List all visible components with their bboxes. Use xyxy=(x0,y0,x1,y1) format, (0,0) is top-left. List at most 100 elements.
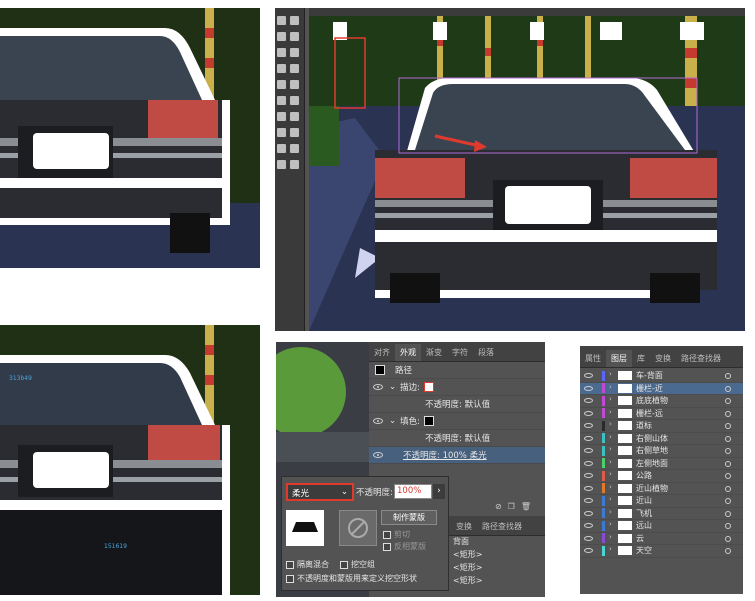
list-item[interactable]: <矩形> xyxy=(453,562,545,575)
layer-row[interactable]: › 车-背面 xyxy=(580,370,743,383)
chevron-right-icon[interactable]: › xyxy=(609,408,612,416)
eye-icon[interactable] xyxy=(584,435,593,441)
eye-icon[interactable] xyxy=(584,498,593,503)
chevron-right-icon[interactable]: › xyxy=(609,508,612,516)
chevron-right-icon[interactable]: › xyxy=(609,520,612,528)
fill-swatch[interactable] xyxy=(424,416,434,426)
chevron-right-icon[interactable]: › xyxy=(609,458,612,466)
chevron-down-icon[interactable]: ⌄ xyxy=(389,416,396,426)
chevron-right-icon[interactable]: › xyxy=(609,533,612,541)
chevron-right-icon[interactable]: › xyxy=(609,383,612,391)
eye-icon[interactable] xyxy=(584,485,593,491)
layer-row[interactable]: › 公路 xyxy=(580,470,743,483)
chevron-right-icon[interactable]: › xyxy=(433,484,445,499)
eye-icon[interactable] xyxy=(584,535,593,541)
chevron-right-icon[interactable]: › xyxy=(609,420,612,428)
list-item[interactable]: <矩形> xyxy=(453,575,545,588)
tab-pathfinder[interactable]: 路径查找器 xyxy=(477,518,527,535)
target-icon[interactable] xyxy=(725,498,731,504)
layer-row[interactable]: › 右侧山体 xyxy=(580,433,743,445)
invert-mask-checkbox[interactable]: 反相蒙版 xyxy=(383,541,426,552)
layer-row[interactable]: › 道标 xyxy=(580,420,743,433)
tab-gradient[interactable]: 渐变 xyxy=(421,344,447,361)
layer-row[interactable]: › 底底植物 xyxy=(580,395,743,408)
clear-icon[interactable]: ⊘ xyxy=(495,502,502,516)
appearance-row-fill[interactable]: ⌄ 填色: xyxy=(369,413,545,430)
target-icon[interactable] xyxy=(725,523,731,529)
opacity-input[interactable]: 100% xyxy=(394,484,432,499)
target-icon[interactable] xyxy=(725,473,731,479)
make-mask-button[interactable]: 制作蒙版 xyxy=(381,510,437,525)
layer-row[interactable]: › 栅栏-近 xyxy=(580,382,743,395)
target-icon[interactable] xyxy=(725,448,731,454)
layer-row[interactable]: › 近山 xyxy=(580,495,743,508)
eye-icon[interactable] xyxy=(584,448,593,453)
eye-icon[interactable] xyxy=(584,385,593,391)
chevron-right-icon[interactable]: › xyxy=(609,483,612,491)
eye-icon[interactable] xyxy=(584,548,593,553)
target-icon[interactable] xyxy=(725,423,731,429)
tab-properties[interactable]: 属性 xyxy=(580,350,606,367)
eye-icon[interactable] xyxy=(373,452,383,458)
eye-icon[interactable] xyxy=(584,473,593,478)
target-icon[interactable] xyxy=(725,435,731,442)
tab-appearance[interactable]: 外观 xyxy=(395,344,421,361)
tab-align[interactable]: 对齐 xyxy=(369,344,395,361)
eye-icon[interactable] xyxy=(584,373,593,378)
stroke-none-swatch[interactable] xyxy=(424,382,434,392)
appearance-row-fill-opacity[interactable]: 不透明度: 默认值 xyxy=(369,430,545,447)
appearance-row-path[interactable]: 路径 xyxy=(369,362,545,379)
blend-mode-select[interactable]: 柔光 ⌄ xyxy=(286,483,354,501)
eye-icon[interactable] xyxy=(584,523,593,528)
eye-icon[interactable] xyxy=(373,384,383,390)
layer-row[interactable]: › 天空 xyxy=(580,545,743,558)
appearance-row-stroke-opacity[interactable]: 不透明度: 默认值 xyxy=(369,396,545,413)
eye-icon[interactable] xyxy=(584,398,593,403)
eye-icon[interactable] xyxy=(584,410,593,416)
layer-row[interactable]: › 远山 xyxy=(580,520,743,533)
list-item[interactable]: <矩形> xyxy=(453,549,545,562)
target-icon[interactable] xyxy=(725,510,731,517)
chevron-right-icon[interactable]: › xyxy=(609,545,612,553)
target-icon[interactable] xyxy=(725,410,731,417)
trash-icon[interactable]: 🗑 xyxy=(521,502,531,516)
layer-row[interactable]: › 近山植物 xyxy=(580,483,743,495)
target-icon[interactable] xyxy=(725,485,731,492)
chevron-right-icon[interactable]: › xyxy=(609,495,612,503)
isolate-blending-checkbox[interactable]: 隔离混合 xyxy=(286,559,329,570)
list-item[interactable]: 背面 xyxy=(453,536,545,549)
clip-checkbox[interactable]: 剪切 xyxy=(383,529,410,540)
tab-layers[interactable]: 图层 xyxy=(606,350,632,367)
eye-icon[interactable] xyxy=(584,423,593,428)
chevron-right-icon[interactable]: › xyxy=(609,395,612,403)
target-icon[interactable] xyxy=(725,535,731,542)
tab-transform[interactable]: 变换 xyxy=(451,518,477,535)
opacity-mask-knockout-checkbox[interactable]: 不透明度和蒙版用来定义挖空形状 xyxy=(286,573,417,584)
target-icon[interactable] xyxy=(725,398,731,404)
knockout-group-checkbox[interactable]: 挖空组 xyxy=(340,559,375,570)
chevron-right-icon[interactable]: › xyxy=(609,445,612,453)
target-icon[interactable] xyxy=(725,373,731,379)
tab-libraries[interactable]: 库 xyxy=(632,350,650,367)
tools-panel[interactable] xyxy=(275,8,305,331)
tab-transform[interactable]: 变换 xyxy=(650,350,676,367)
target-icon[interactable] xyxy=(725,385,731,392)
tab-paragraph[interactable]: 段落 xyxy=(473,344,499,361)
chevron-right-icon[interactable]: › xyxy=(609,433,612,441)
duplicate-icon[interactable]: ❐ xyxy=(508,502,515,516)
eye-icon[interactable] xyxy=(584,510,593,516)
appearance-row-opacity[interactable]: 不透明度: 100% 柔光 xyxy=(369,447,545,464)
tab-pathfinder[interactable]: 路径查找器 xyxy=(676,350,726,367)
chevron-down-icon[interactable]: ⌄ xyxy=(389,382,396,392)
layer-row[interactable]: › 栅栏-远 xyxy=(580,408,743,420)
appearance-row-stroke[interactable]: ⌄ 描边: xyxy=(369,379,545,396)
eye-icon[interactable] xyxy=(373,418,383,424)
layer-row[interactable]: › 左侧地面 xyxy=(580,458,743,470)
chevron-right-icon[interactable]: › xyxy=(609,370,612,378)
target-icon[interactable] xyxy=(725,460,731,467)
chevron-right-icon[interactable]: › xyxy=(609,470,612,478)
tab-character[interactable]: 字符 xyxy=(447,344,473,361)
eye-icon[interactable] xyxy=(584,460,593,466)
layer-row[interactable]: › 右侧草地 xyxy=(580,445,743,458)
target-icon[interactable] xyxy=(725,548,731,554)
